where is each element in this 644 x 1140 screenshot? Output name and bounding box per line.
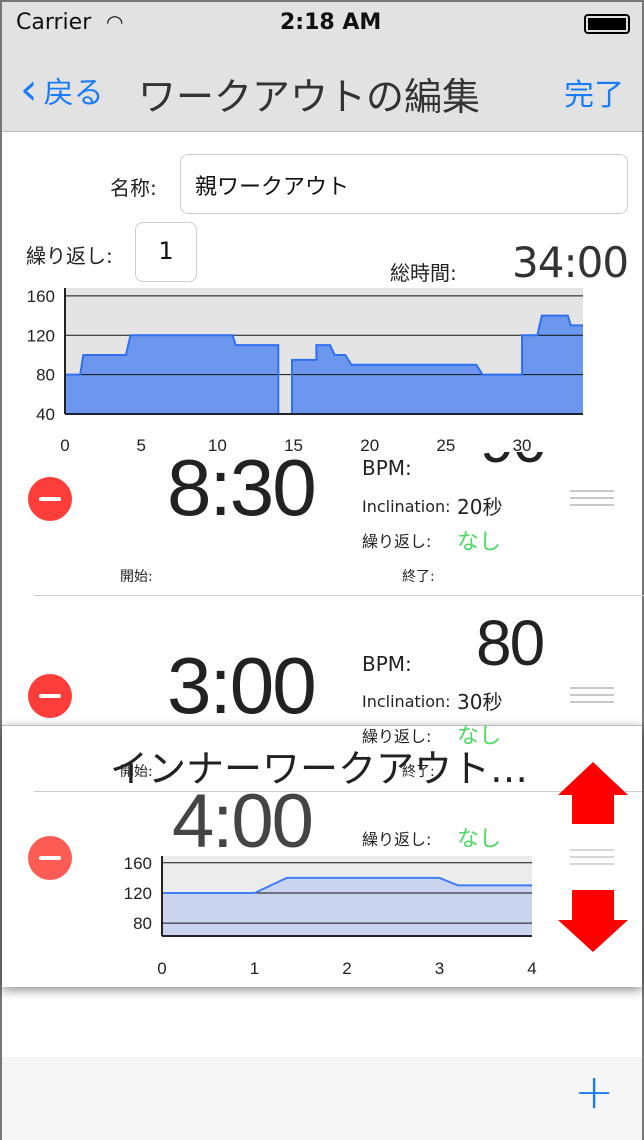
y-tick-label: 160	[124, 854, 152, 873]
y-tick-label: 40	[36, 405, 55, 424]
minus-icon	[39, 694, 61, 698]
wifi-icon: ◠	[106, 10, 124, 34]
carrier-label: Carrier	[16, 10, 92, 35]
repeat-input[interactable]: 1	[135, 222, 197, 282]
move-down-arrow-icon[interactable]	[558, 890, 628, 952]
bpm-label: BPM:	[362, 456, 412, 480]
clock: 2:18 AM	[280, 10, 382, 35]
name-input[interactable]: 親ワークアウト	[180, 154, 628, 214]
y-tick-label: 80	[36, 366, 55, 385]
dragged-row[interactable]: 繰り返し: なし 開始: 終了: インナーワークアウト… 4:00 繰り返し: …	[2, 724, 642, 987]
x-tick-label: 4	[527, 959, 536, 976]
inclination-label: Inclination:	[362, 497, 451, 516]
bpm-value-clip: 90	[472, 452, 562, 476]
y-tick-label: 80	[133, 914, 152, 933]
name-label: 名称:	[110, 176, 157, 200]
back-button[interactable]: ‹ 戻る	[20, 68, 104, 112]
workout-bpm-chart: 40801201600 5 10 15 20 25 30	[27, 287, 583, 454]
inner-workout-bpm-chart: 80 120 160 0 1 2 3 4	[124, 854, 537, 976]
x-tick-label: 2	[342, 959, 351, 976]
bottom-toolbar	[2, 1057, 642, 1140]
total-time-label: 総時間:	[390, 261, 457, 285]
reorder-handle[interactable]	[570, 849, 614, 865]
delete-button[interactable]	[28, 477, 72, 521]
x-tick-label: 20	[360, 436, 379, 454]
reorder-handle[interactable]	[570, 687, 614, 703]
bpm-value: 90	[480, 452, 547, 476]
inclination-label: Inclination:	[362, 692, 451, 711]
delete-button[interactable]	[28, 836, 72, 880]
done-button[interactable]: 完了	[564, 70, 624, 114]
x-tick-label: 0	[60, 436, 69, 454]
row-time: 8:30	[167, 443, 317, 532]
reorder-handle[interactable]	[570, 490, 614, 506]
x-tick-label: 5	[136, 436, 145, 454]
inclination-value: 20秒	[457, 495, 503, 519]
row-separator	[34, 791, 642, 792]
y-tick-label: 160	[27, 287, 55, 306]
plus-icon[interactable]: +	[574, 1064, 614, 1120]
move-up-arrow-icon[interactable]	[558, 762, 628, 824]
battery-icon	[584, 14, 630, 34]
delete-button[interactable]	[28, 674, 72, 718]
y-tick-label: 120	[27, 326, 55, 345]
start-label: 開始:	[120, 569, 153, 585]
inclination-value: 30秒	[457, 690, 503, 714]
row-time: 3:00	[167, 641, 317, 730]
x-tick-label: 25	[436, 436, 455, 454]
chevron-left-icon: ‹	[20, 64, 38, 115]
x-tick-label: 3	[435, 959, 444, 976]
repeat-label: 繰り返し:	[362, 532, 432, 551]
repeat-value: なし	[457, 530, 502, 555]
x-tick-label: 1	[250, 959, 259, 976]
x-tick-label: 0	[157, 959, 166, 976]
minus-icon	[39, 497, 61, 501]
total-time-value: 34:00	[512, 238, 629, 287]
bpm-value: 80	[476, 607, 545, 679]
end-label: 終了:	[402, 569, 435, 585]
bpm-label: BPM:	[362, 652, 412, 676]
row-separator	[34, 595, 644, 596]
minus-icon	[39, 856, 61, 860]
page-title: ワークアウトの編集	[138, 75, 481, 119]
repeat-label: 繰り返し:	[26, 244, 113, 268]
y-tick-label: 120	[124, 884, 152, 903]
